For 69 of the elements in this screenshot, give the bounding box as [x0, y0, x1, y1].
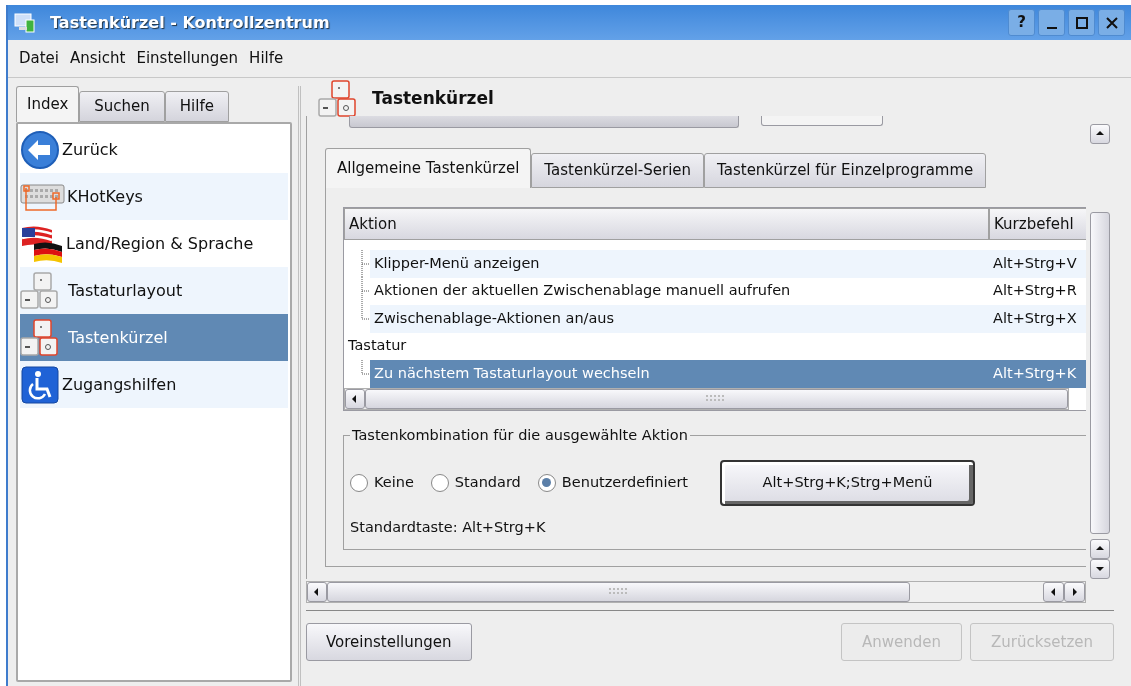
default-key-text: Standardtaste: Alt+Strg+K	[350, 517, 547, 537]
scroll-left-button[interactable]	[345, 389, 365, 409]
group-title: Tastenkombination für die ausgewählte Aktion	[351, 426, 689, 445]
action-text: Klipper-Menü anzeigen	[373, 253, 541, 273]
scroll-up-button[interactable]	[1090, 124, 1110, 144]
grip-icon	[608, 588, 629, 596]
wheelchair-icon	[20, 364, 60, 405]
module-label: KHotKeys	[67, 185, 143, 208]
scrollbar-thumb[interactable]	[1090, 212, 1110, 534]
shortcut-text: Alt+Strg+K	[992, 363, 1077, 383]
tab[interactable]: Allgemeine Tastenkürzel	[325, 148, 532, 188]
scrollbar-thumb[interactable]	[327, 582, 910, 602]
minimize-button[interactable]	[1038, 9, 1065, 36]
help-button[interactable]: ?	[1008, 9, 1035, 36]
push-button[interactable]	[761, 116, 883, 126]
window-title: Tastenkürzel - Kontrollzentrum	[50, 11, 330, 34]
maximize-button[interactable]	[1068, 9, 1095, 36]
column-header[interactable]: Kurzbefehl	[989, 208, 1086, 240]
scroll-right-button[interactable]	[1064, 582, 1085, 602]
menu-item[interactable]: Einstellungen	[136, 47, 239, 70]
shortcut-text: Alt+Strg+X	[992, 308, 1077, 328]
radio-button[interactable]	[537, 473, 556, 492]
tab[interactable]: Tastenkürzel für Einzelprogramme	[704, 153, 987, 188]
module-title: Tastenkürzel	[372, 87, 494, 111]
maximize-icon	[1074, 15, 1089, 30]
scroll-down-button[interactable]	[1090, 559, 1110, 579]
tree-row[interactable]: Klipper-Menü anzeigen Alt+Strg+V	[344, 250, 1086, 278]
tree-row[interactable]: Zwischenablage-Aktionen an/aus Alt+Strg+X	[344, 305, 1086, 333]
sidebar-tab[interactable]: Suchen	[79, 91, 165, 122]
column-header[interactable]: Aktion	[344, 208, 989, 240]
module-list-item[interactable]: Tastenkürzel	[20, 314, 288, 361]
flags-icon	[20, 223, 64, 264]
close-button[interactable]	[1098, 9, 1125, 36]
defaults-button[interactable]: Voreinstellungen	[306, 623, 472, 661]
sidebar-tab[interactable]: Index	[16, 86, 80, 122]
key-button[interactable]: Alt+Strg+K;Strg+Menü	[720, 459, 976, 506]
module-label: Land/Region & Sprache	[66, 232, 254, 255]
scroll-left-button[interactable]	[307, 582, 327, 602]
shortcut-text: Alt+Strg+V	[992, 253, 1077, 273]
grip-icon	[706, 395, 727, 403]
action-text: Zwischenablage-Aktionen an/aus	[373, 308, 616, 328]
scroll-up-button[interactable]	[1090, 539, 1110, 559]
close-icon	[1104, 15, 1119, 30]
radio-button[interactable]	[430, 473, 449, 492]
module-list-item[interactable]: KHotKeys	[20, 173, 288, 220]
monitor-icon	[14, 12, 36, 33]
horizontal-scrollbar[interactable]	[306, 581, 1086, 603]
scroll-left-button[interactable]	[1043, 582, 1064, 602]
module-label: Zugangshilfen	[62, 373, 177, 396]
minimize-icon	[1046, 26, 1057, 29]
menu-item[interactable]: Hilfe	[249, 47, 284, 70]
module-label: Tastenkürzel	[68, 326, 168, 349]
action-text: Aktionen der aktuellen Zwischenablage manuell aufrufen	[373, 281, 792, 301]
action-text: Tastatur	[347, 336, 408, 356]
module-list-item[interactable]: Zugangshilfen	[20, 361, 288, 408]
module-label: Tastaturlayout	[68, 279, 183, 302]
radio-button[interactable]	[350, 473, 368, 492]
module-label: Zurück	[62, 138, 118, 161]
tree-row[interactable]: Zu nächstem Tastaturlayout wechseln Alt+Strg+K	[344, 360, 1086, 388]
shortcut-text: Alt+Strg+R	[992, 281, 1077, 301]
menu-item[interactable]: Ansicht	[70, 47, 126, 70]
tab[interactable]: Tastenkürzel-Serien	[531, 153, 705, 188]
radio-option[interactable]: Standard	[430, 471, 521, 494]
menu-item[interactable]: Datei	[19, 47, 60, 70]
action-text: Zu nächstem Tastaturlayout wechseln	[373, 363, 651, 383]
radio-option[interactable]: Benutzerdefiniert	[537, 471, 689, 494]
sidebar-tab[interactable]: Hilfe	[164, 91, 229, 122]
radio-option[interactable]: Keine	[350, 471, 414, 494]
module-list-item[interactable]: Tastaturlayout	[20, 267, 288, 314]
